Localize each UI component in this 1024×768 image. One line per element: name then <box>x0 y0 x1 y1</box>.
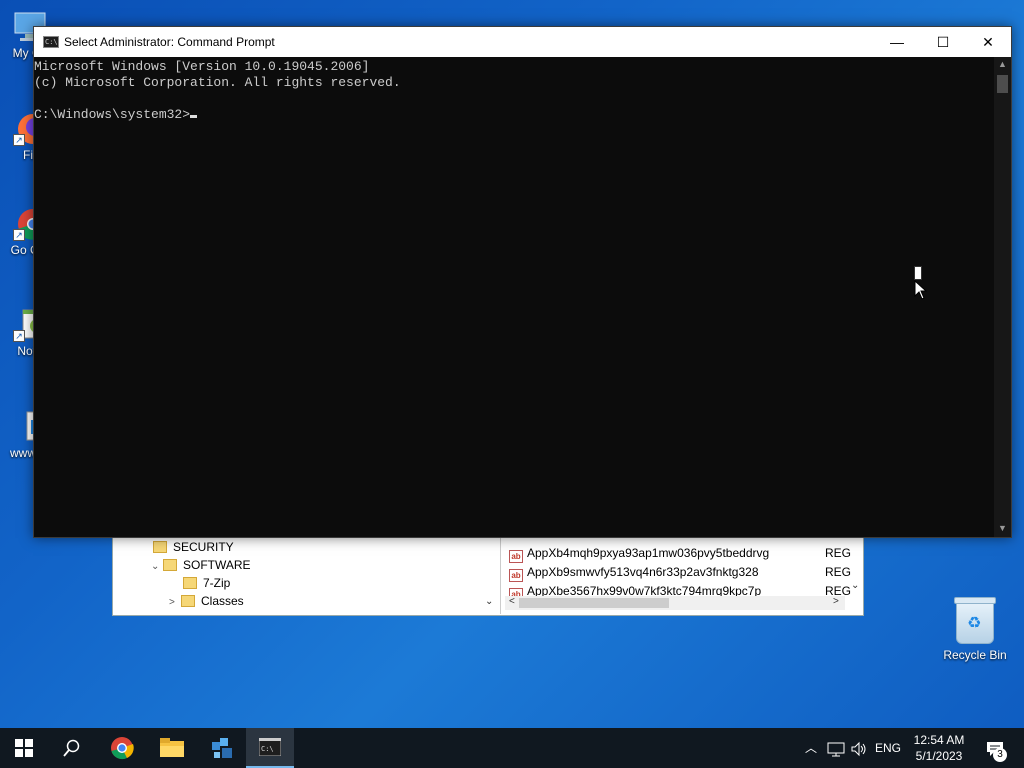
recycle-bin-label: Recycle Bin <box>943 648 1007 662</box>
folder-icon <box>181 595 195 607</box>
horizontal-scrollbar[interactable]: < > <box>505 596 845 610</box>
console-prompt: C:\Windows\system32> <box>34 107 191 122</box>
search-icon <box>63 739 80 757</box>
taskbar-chrome[interactable] <box>98 728 146 768</box>
search-button[interactable] <box>48 728 96 768</box>
list-item[interactable]: ab AppXb9smwvfy513vq4n6r33p2av3fnktg328 RE… <box>509 563 859 582</box>
folder-icon <box>183 577 197 589</box>
text-caret-icon <box>914 266 922 280</box>
tree-item-label: SECURITY <box>173 540 234 554</box>
tree-item-label: 7-Zip <box>203 576 231 590</box>
notification-count-badge: 3 <box>993 748 1007 762</box>
mouse-pointer-icon <box>914 279 928 303</box>
maximize-button[interactable]: ☐ <box>920 27 966 57</box>
title-bar[interactable]: C:\ Select Administrator: Command Prompt… <box>34 27 1011 57</box>
registry-tree[interactable]: SECURITY ⌄ SOFTWARE 7-Zip > Classes ⌄ <box>113 536 501 614</box>
registry-editor-icon <box>212 738 232 758</box>
taskbar: C:\ ︿ ENG 12:54 AM 5/1/2023 3 <box>0 728 1024 768</box>
windows-icon <box>15 739 33 757</box>
shortcut-arrow-icon: ↗ <box>13 330 25 342</box>
tree-item-7zip[interactable]: 7-Zip <box>183 574 230 592</box>
command-prompt-window[interactable]: C:\ Select Administrator: Command Prompt… <box>33 26 1012 538</box>
action-center-button[interactable] <box>980 728 1010 768</box>
chevron-down-icon[interactable]: ⌄ <box>151 558 163 576</box>
value-name: AppXb9smwvfy513vq4n6r33p2av3fnktg328 <box>527 565 759 579</box>
tree-item-label: SOFTWARE <box>183 558 251 572</box>
value-name: AppXb4mqh9pxya93ap1mw036pvy5tbeddrvg <box>527 546 770 560</box>
string-value-icon: ab <box>509 569 523 582</box>
clock-date: 5/1/2023 <box>915 749 963 763</box>
scrollbar-thumb[interactable] <box>997 75 1008 93</box>
chevron-right-icon[interactable]: > <box>169 594 181 612</box>
shortcut-arrow-icon: ↗ <box>13 229 25 241</box>
show-hidden-icons-button[interactable]: ︿ <box>800 728 822 768</box>
taskbar-registry-editor[interactable] <box>198 728 246 768</box>
vertical-scrollbar[interactable]: ▲ ▼ <box>994 57 1011 537</box>
scroll-right-icon[interactable]: > <box>833 596 839 607</box>
tree-item-software[interactable]: ⌄ SOFTWARE <box>151 556 251 574</box>
minimize-button[interactable]: — <box>874 27 920 57</box>
clock[interactable]: 12:54 AM 5/1/2023 <box>910 732 968 764</box>
window-title: Select Administrator: Command Prompt <box>64 35 275 49</box>
desktop-icon-recycle-bin[interactable]: ♻ Recycle Bin <box>940 597 1010 662</box>
start-button[interactable] <box>0 728 48 768</box>
list-item[interactable]: ab AppXb4mqh9pxya93ap1mw036pvy5tbeddrvg RE… <box>509 544 859 563</box>
folder-icon <box>153 541 167 553</box>
clock-time: 12:54 AM <box>913 733 965 747</box>
command-prompt-icon: C:\ <box>259 738 281 756</box>
registry-editor-window[interactable]: SECURITY ⌄ SOFTWARE 7-Zip > Classes ⌄ ab Ap… <box>112 536 864 616</box>
folder-icon <box>160 738 184 757</box>
console-prompt-line[interactable]: C:\Windows\system32> <box>34 107 198 123</box>
scroll-up-icon[interactable]: ▲ <box>994 57 1011 71</box>
text-cursor <box>190 115 198 118</box>
shortcut-arrow-icon: ↗ <box>13 134 25 146</box>
scrollbar-thumb[interactable] <box>519 598 669 608</box>
console-app-icon: C:\ <box>43 36 59 48</box>
console-line: Microsoft Windows [Version 10.0.19045.20… <box>34 59 370 74</box>
value-type: REG <box>825 565 852 579</box>
taskbar-file-explorer[interactable] <box>148 728 196 768</box>
string-value-icon: ab <box>509 550 523 563</box>
network-icon[interactable] <box>824 728 848 768</box>
tree-item-classes[interactable]: > Classes <box>169 592 244 610</box>
chevron-up-icon: ︿ <box>804 741 817 755</box>
tree-item-security[interactable]: SECURITY <box>153 538 234 556</box>
scroll-left-icon[interactable]: < <box>509 596 515 607</box>
recycle-bin-icon: ♻ <box>954 597 996 644</box>
console-line: (c) Microsoft Corporation. All rights re… <box>34 75 401 90</box>
scroll-down-icon[interactable]: ⌄ <box>485 596 493 607</box>
console-output[interactable]: Microsoft Windows [Version 10.0.19045.20… <box>34 57 994 537</box>
value-type: REG <box>825 546 852 560</box>
input-language-indicator[interactable]: ENG <box>872 728 904 768</box>
scroll-down-icon[interactable]: ▼ <box>994 521 1011 535</box>
volume-icon[interactable] <box>848 728 870 768</box>
chrome-icon <box>111 737 134 760</box>
folder-icon <box>163 559 177 571</box>
tree-item-label: Classes <box>201 594 244 608</box>
taskbar-command-prompt[interactable]: C:\ <box>246 728 294 768</box>
close-button[interactable]: ✕ <box>965 27 1011 57</box>
scroll-down-icon[interactable]: ⌄ <box>851 580 859 591</box>
svg-text:C:\: C:\ <box>261 745 274 753</box>
